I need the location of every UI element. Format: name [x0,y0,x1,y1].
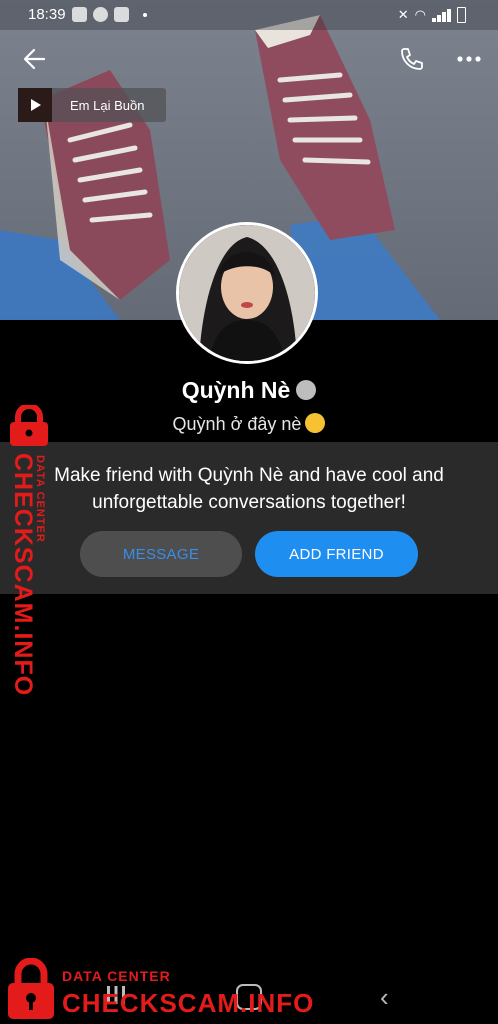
status-bar: 18:39 ✕ ◠ [0,0,498,30]
profile-music[interactable]: Em Lại Buồn [18,88,166,122]
more-button[interactable] [452,44,486,74]
music-thumbnail [18,88,52,122]
signal-icon [432,8,451,22]
watermark-bottom-site: CHECKSCAM.INFO [62,988,315,1018]
friend-panel-message: Make friend with Quỳnh Nè and have cool … [54,465,444,513]
messenger-icon [93,7,108,22]
notification-icons [72,7,147,22]
call-button[interactable] [397,44,427,74]
friend-suggestion-panel: Make friend with Quỳnh Nè and have cool … [0,442,498,594]
watermark-bottom: DATA CENTER CHECKSCAM.INFO [6,958,313,1022]
add-friend-button[interactable]: ADD FRIEND [255,531,418,577]
battery-icon [457,7,466,23]
avatar[interactable] [176,222,318,364]
image-icon [72,7,87,22]
music-title: Em Lại Buồn [70,97,145,113]
mail-icon [114,7,129,22]
profile-name-row: Quỳnh Nè [0,377,498,404]
profile-status: Quỳnh ở đây nè [0,413,498,435]
mute-icon: ✕ [397,7,409,22]
kiss-emoji-icon [305,413,326,434]
profile-status-text: Quỳnh ở đây nè [172,414,302,434]
message-button[interactable]: MESSAGE [80,531,242,577]
watermark-side-site: CHECKSCAM.INFO [9,453,37,697]
phone-icon [401,48,423,70]
edit-pencil-icon [296,379,317,400]
arrow-left-icon [23,48,46,70]
play-icon [31,99,41,111]
watermark-side-label: DATA CENTER [34,455,46,543]
back-button[interactable] [20,44,50,74]
wifi-icon: ◠ [414,7,426,22]
system-icons: ✕ ◠ [398,7,466,23]
avatar-image [179,225,315,361]
lock-icon [8,958,54,1019]
dot-icon [143,13,147,17]
lock-icon [10,405,48,446]
watermark-side: CHECKSCAM.INFO DATA CENTER [2,405,62,696]
nav-back-icon[interactable]: ‹ [380,982,389,1013]
more-dots-icon [457,56,481,62]
status-time: 18:39 [28,6,66,23]
profile-name: Quỳnh Nè [181,377,291,403]
watermark-bottom-label: DATA CENTER [62,968,171,984]
